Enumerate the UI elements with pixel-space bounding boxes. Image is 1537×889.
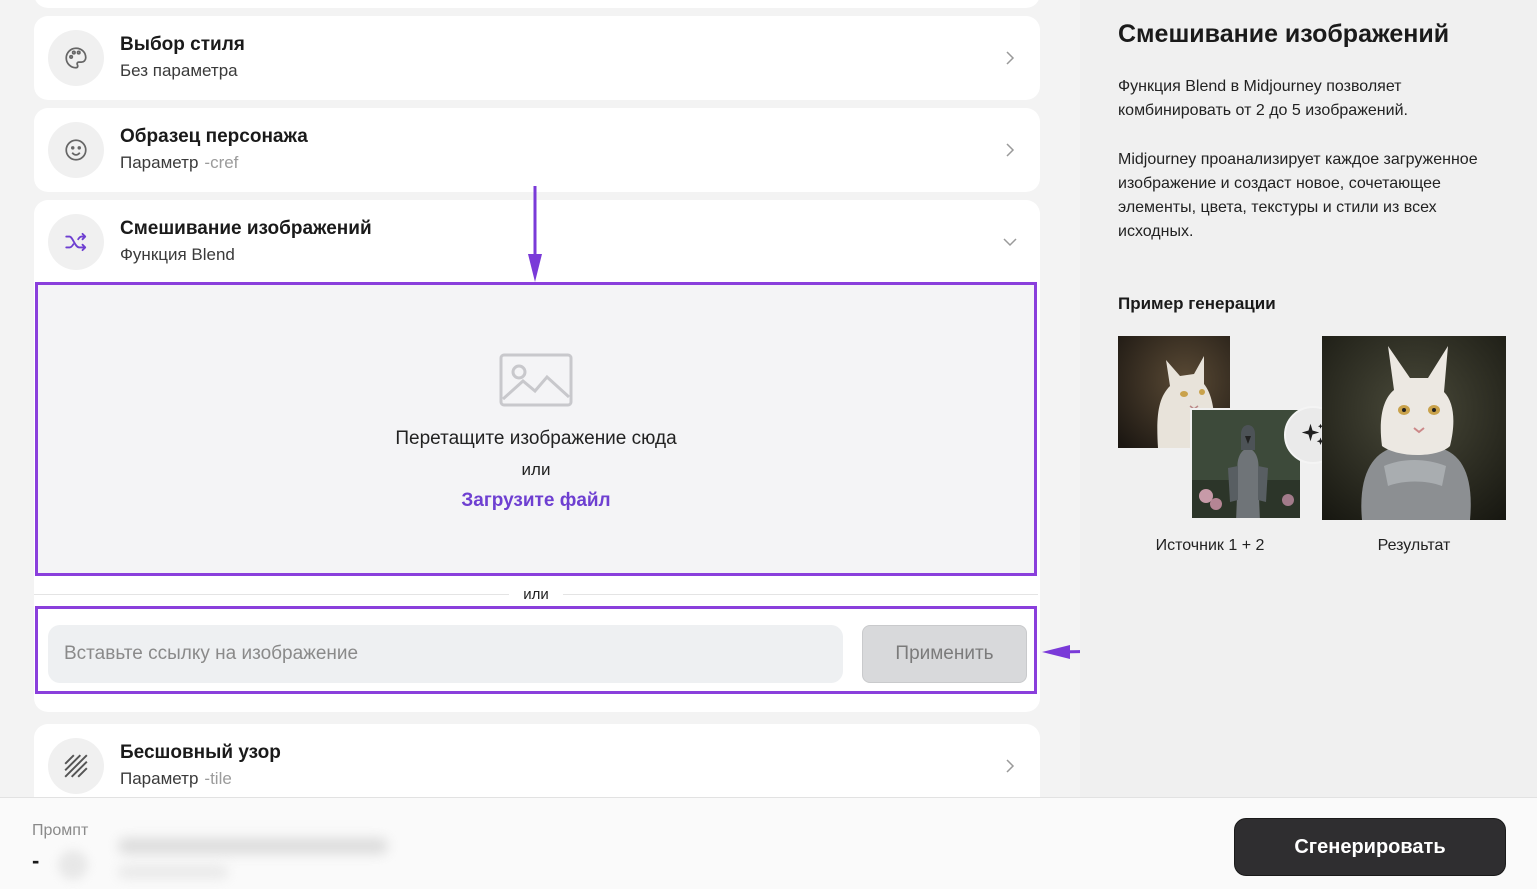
palette-icon — [48, 30, 104, 86]
source-caption: Источник 1 + 2 — [1155, 537, 1265, 554]
image-url-input[interactable] — [48, 625, 843, 683]
option-title: Выбор стиля — [120, 34, 245, 55]
or-divider-text: или — [523, 585, 549, 603]
shuffle-icon — [48, 214, 104, 270]
result-image — [1322, 336, 1506, 520]
option-param: -tile — [204, 769, 232, 788]
option-subtitle: Функция Blend — [120, 245, 235, 264]
example-heading: Пример генерации — [1118, 294, 1276, 313]
or-divider: или — [34, 584, 1039, 604]
option-param: -cref — [204, 153, 239, 172]
pattern-icon — [48, 738, 104, 794]
info-paragraph-1: Функция Blend в Midjourney позволяет ком… — [1118, 78, 1408, 119]
smiley-icon — [48, 122, 104, 178]
divider-line — [562, 593, 1039, 595]
prompt-value[interactable]: - — [32, 848, 39, 874]
option-card-character[interactable]: Образец персонажа Параметр -cref — [34, 108, 1040, 192]
blurred-text-line — [118, 866, 228, 878]
option-subtitle: Параметр — [120, 769, 199, 788]
image-placeholder-icon — [499, 353, 573, 412]
blend-header[interactable]: Смешивание изображений Функция Blend — [34, 200, 1040, 284]
url-input-area: Применить — [35, 606, 1037, 694]
option-title: Смешивание изображений — [120, 218, 372, 239]
generate-button[interactable]: Сгенерировать — [1234, 818, 1506, 876]
result-caption: Результат — [1377, 537, 1451, 554]
drag-text: Перетащите изображение сюда — [395, 428, 677, 449]
option-subtitle: Без параметра — [120, 61, 238, 80]
divider-line — [34, 593, 510, 595]
options-panel: Выбор стиля Без параметра Образец персон… — [0, 0, 1080, 797]
info-paragraph-2: Midjourney проанализирует каждое загруже… — [1118, 151, 1478, 240]
option-title: Образец персонажа — [120, 126, 308, 147]
info-title: Смешивание изображений — [1118, 20, 1450, 48]
or-text: или — [521, 460, 551, 479]
blurred-text-line — [118, 838, 388, 854]
chevron-down-icon — [1000, 232, 1020, 252]
chevron-right-icon — [1000, 756, 1020, 776]
bottom-bar: Промпт - Сгенерировать — [0, 797, 1537, 889]
chevron-right-icon — [1000, 48, 1020, 68]
option-title: Бесшовный узор — [120, 742, 281, 763]
option-card-style[interactable]: Выбор стиля Без параметра — [34, 16, 1040, 100]
chevron-right-icon — [1000, 140, 1020, 160]
image-dropzone[interactable]: Перетащите изображение сюда или Загрузит… — [35, 282, 1037, 576]
option-card-tile[interactable]: Бесшовный узор Параметр -tile — [34, 724, 1040, 797]
apply-button[interactable]: Применить — [862, 625, 1027, 683]
blend-page: Выбор стиля Без параметра Образец персон… — [0, 0, 1537, 889]
previous-card-edge — [34, 0, 1040, 8]
option-subtitle: Параметр — [120, 153, 199, 172]
prompt-label: Промпт — [32, 822, 89, 839]
blurred-avatar — [58, 850, 88, 880]
upload-file-link[interactable]: Загрузите файл — [461, 490, 610, 512]
